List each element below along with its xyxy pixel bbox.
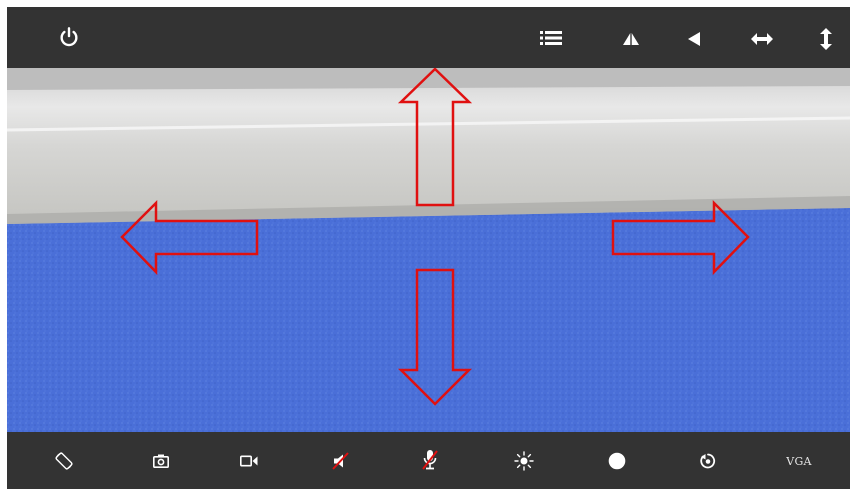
microphone-muted-icon [422, 450, 438, 470]
resolution-label: VGA [786, 454, 812, 468]
reset-icon [700, 453, 716, 469]
camera-viewer-window: VGA [0, 0, 857, 489]
record-video-button[interactable] [235, 448, 263, 474]
speaker-toggle-button[interactable] [329, 448, 353, 474]
contrast-icon [608, 452, 626, 470]
swap-horizontal-button[interactable] [748, 26, 776, 52]
flip-vertical-button[interactable] [618, 26, 644, 52]
power-button[interactable] [53, 21, 85, 53]
snapshot-button[interactable] [148, 448, 174, 474]
microphone-toggle-button[interactable] [418, 446, 442, 474]
swap-vertical-button[interactable] [816, 24, 836, 54]
top-toolbar [7, 7, 850, 68]
rotate-left-button[interactable] [681, 26, 707, 52]
swap-horizontal-icon [751, 33, 773, 45]
brightness-button[interactable] [511, 448, 537, 474]
rotate-screen-button[interactable] [51, 448, 77, 474]
menu-icon [540, 31, 562, 45]
contrast-button[interactable] [604, 448, 630, 474]
rotate-left-icon [688, 32, 700, 46]
bottom-toolbar: VGA [7, 432, 850, 489]
power-icon [60, 27, 78, 47]
menu-button[interactable] [537, 24, 565, 52]
camera-icon [153, 454, 169, 468]
resolution-button[interactable]: VGA [782, 448, 816, 474]
reset-button[interactable] [695, 448, 721, 474]
video-icon [240, 455, 258, 467]
brightness-icon [514, 451, 534, 471]
speaker-muted-icon [332, 452, 349, 470]
camera-preview[interactable] [7, 68, 850, 432]
swap-vertical-icon [820, 28, 832, 50]
flip-vertical-icon [623, 33, 639, 45]
rotate-screen-icon [55, 452, 73, 470]
